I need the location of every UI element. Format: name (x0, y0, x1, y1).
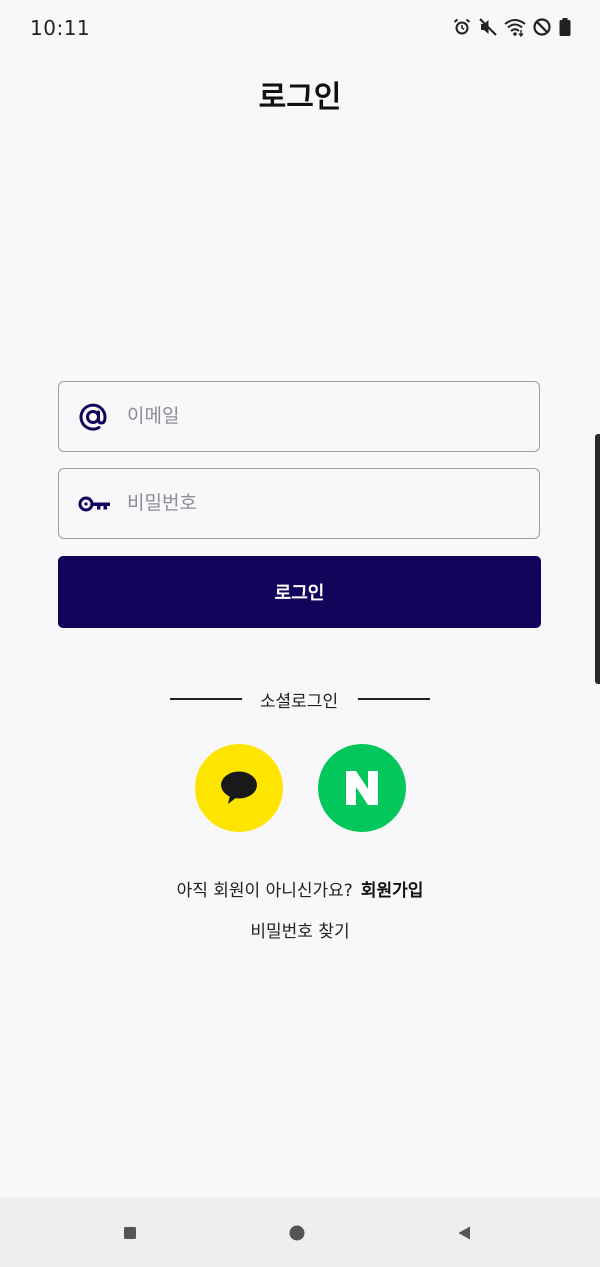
signup-row: 아직 회원이 아니신가요? 회원가입 (0, 876, 600, 901)
page-title: 로그인 (258, 80, 342, 115)
navigation-bar (0, 1197, 600, 1267)
password-field[interactable] (58, 468, 540, 539)
at-icon (77, 401, 109, 433)
home-button[interactable] (283, 1219, 311, 1247)
find-password-row: 비밀번호 찾기 (0, 917, 600, 942)
speech-bubble-icon (221, 771, 257, 804)
status-bar: 10:11 (0, 0, 600, 56)
battery-icon (558, 17, 572, 37)
divider-left (170, 698, 242, 700)
password-input[interactable] (127, 469, 527, 537)
email-field[interactable] (58, 381, 540, 452)
key-icon (77, 488, 110, 520)
back-triangle-icon (458, 1226, 470, 1240)
login-button[interactable]: 로그인 (58, 556, 541, 628)
signup-prompt: 아직 회원이 아니신가요? (176, 881, 353, 901)
naver-login-button[interactable] (318, 744, 406, 832)
email-input[interactable] (127, 382, 527, 450)
wifi-icon (504, 17, 526, 37)
kakao-login-button[interactable] (195, 744, 283, 832)
alarm-icon (452, 17, 472, 37)
signup-link[interactable]: 회원가입 (361, 881, 424, 901)
mute-icon (478, 17, 498, 37)
edge-panel-handle[interactable] (595, 434, 600, 684)
do-not-disturb-icon (532, 17, 552, 37)
naver-n-icon (346, 771, 378, 805)
home-circle-icon (289, 1225, 305, 1241)
recents-square-icon (124, 1227, 136, 1239)
find-password-link[interactable]: 비밀번호 찾기 (250, 922, 349, 942)
recents-button[interactable] (116, 1219, 144, 1247)
back-button[interactable] (450, 1219, 478, 1247)
social-login-label: 소셜로그인 (259, 692, 339, 712)
status-icons (452, 17, 572, 37)
divider-right (358, 698, 430, 700)
status-time: 10:11 (30, 16, 91, 40)
